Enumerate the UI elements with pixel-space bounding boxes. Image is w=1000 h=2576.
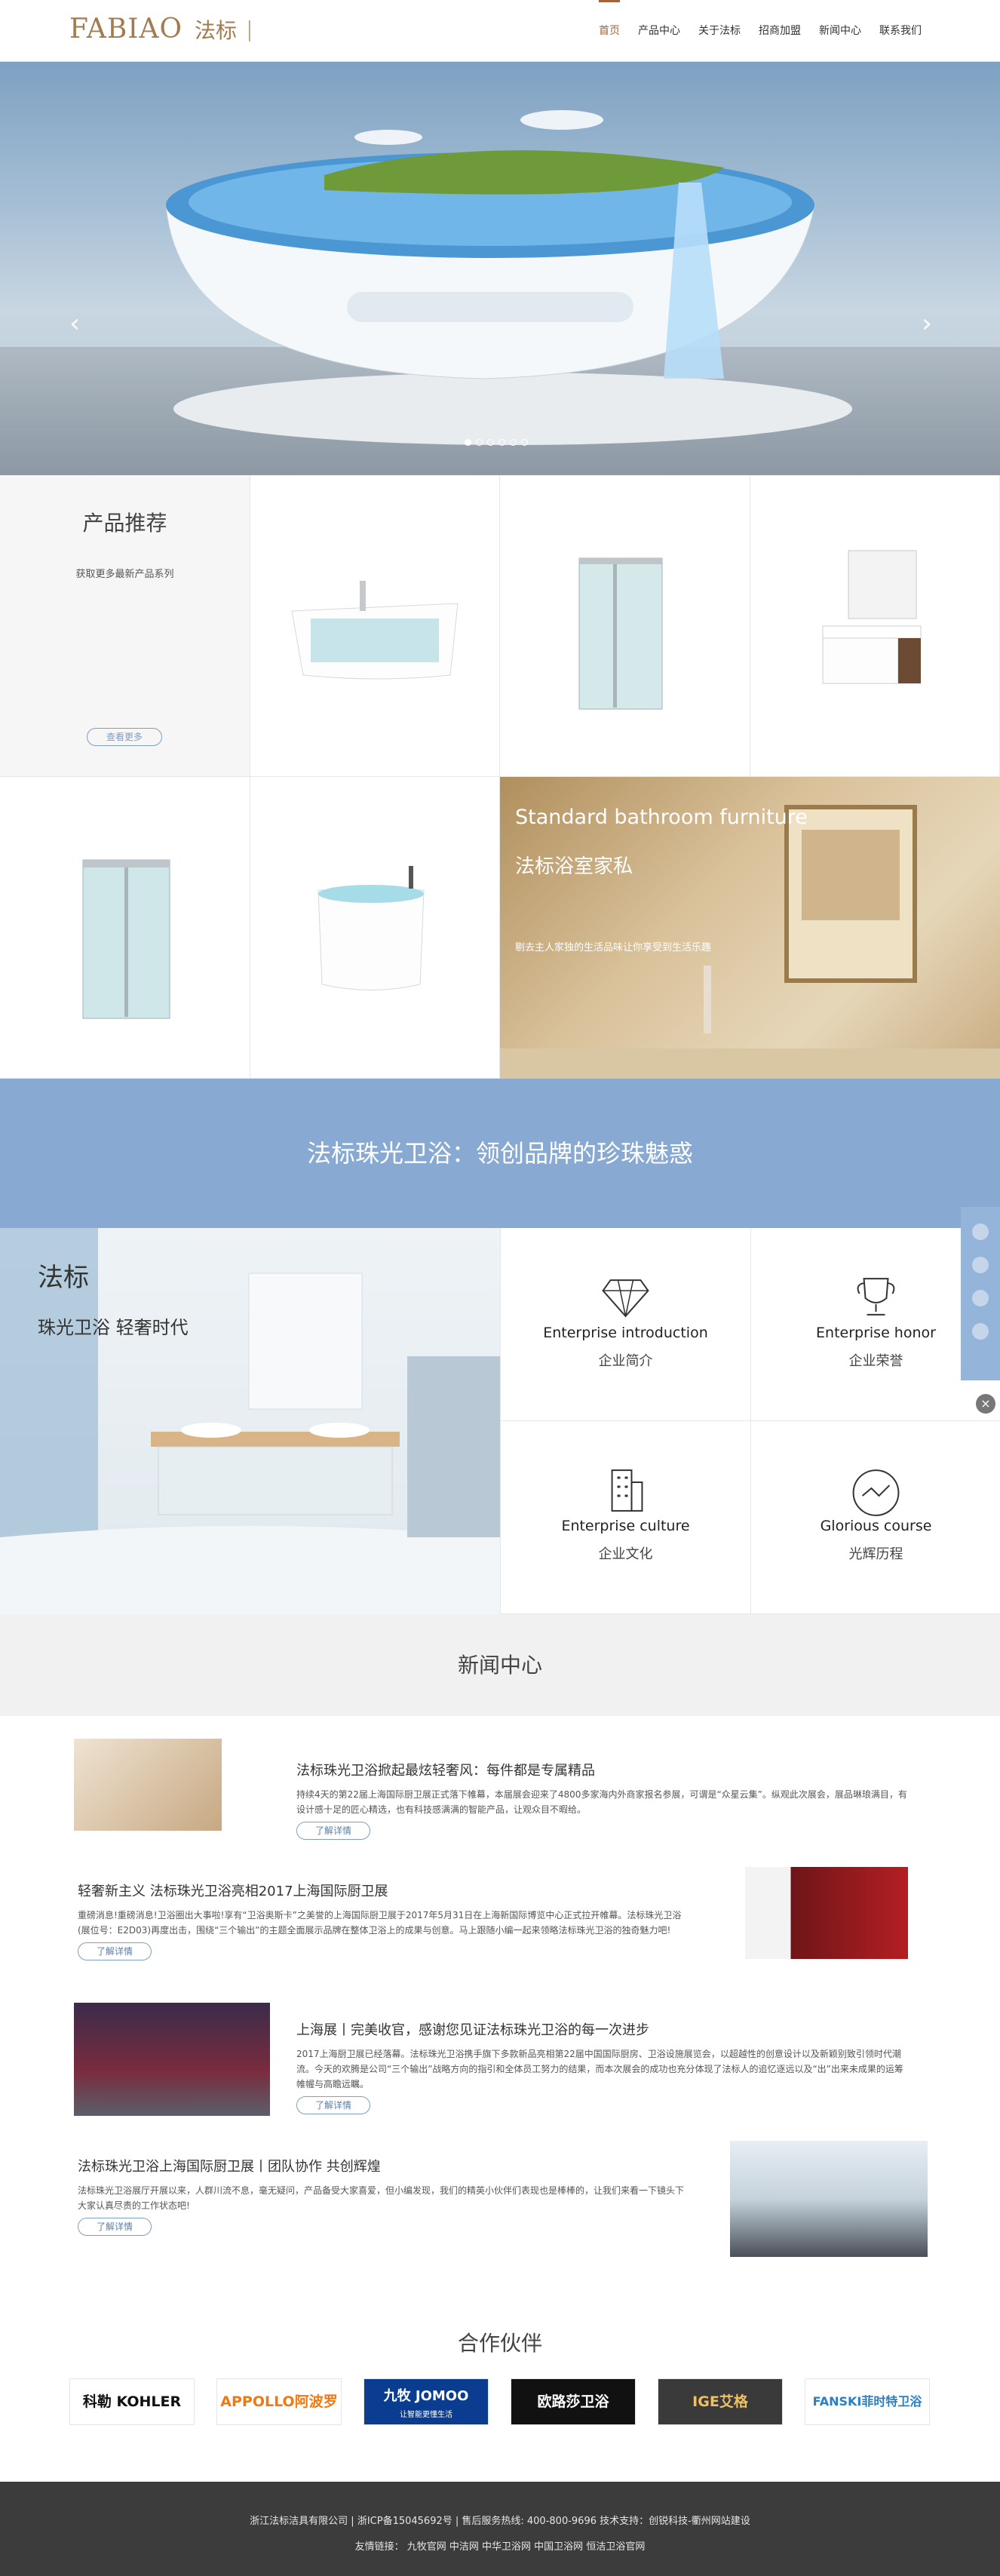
news-thumbnail[interactable] [74, 1739, 222, 1831]
jomoo-logo-slogan: 让智能更懂生活 [400, 2411, 452, 2419]
news-item-title[interactable]: 法标珠光卫浴上海国际厨卫展丨团队协作 共创辉煌 [78, 2156, 689, 2175]
news-thumbnail[interactable] [745, 1867, 908, 1959]
carousel-dot[interactable] [487, 439, 494, 446]
banner-title-en: Standard bathroom furniture [515, 806, 808, 829]
carousel-dot[interactable] [521, 439, 528, 446]
nav-products[interactable]: 产品中心 [629, 0, 689, 62]
news-title: 新闻中心 [0, 1614, 1000, 1716]
shower-room-image [578, 557, 663, 710]
news-item-desc: 2017上海厨卫展已经落幕。法标珠光卫浴携手旗下多款新品亮相第22届中国国际厨房… [296, 2049, 903, 2089]
banner-title-cn: 法标浴室家私 [515, 855, 633, 878]
glorious-course-card[interactable]: Glorious course 光辉历程 [750, 1421, 1000, 1614]
product-card[interactable] [250, 777, 500, 1079]
carousel-dot[interactable] [476, 439, 483, 446]
news-more-button[interactable]: 了解详情 [296, 1822, 370, 1840]
about-image: 法标 珠光卫浴 轻奢时代 [0, 1228, 500, 1614]
news-item-desc: 法标珠光卫浴展厅开展以来，人群川流不息，毫无疑问，产品备受大家喜爱，但小编发现，… [78, 2185, 685, 2211]
banner-desc: 剔去主人家独的生活品味让你享受到生活乐趣 [515, 942, 712, 953]
card-title-cn: 企业文化 [598, 1546, 653, 1562]
section-subtitle: 获取更多最新产品系列 [75, 569, 174, 580]
news-item-title[interactable]: 法标珠光卫浴掀起最炫轻奢风：每件都是专属精品 [296, 1760, 907, 1779]
phone-icon[interactable] [972, 1257, 989, 1273]
product-card[interactable] [750, 475, 1000, 777]
card-title-en: Enterprise culture [561, 1518, 690, 1534]
wechat-icon[interactable] [972, 1290, 989, 1306]
carousel-dot[interactable] [465, 439, 471, 446]
card-title-cn: 企业简介 [598, 1353, 653, 1369]
close-icon[interactable]: × [976, 1394, 995, 1414]
logo[interactable]: FABIAO 法标 | [69, 14, 253, 45]
diamond-icon [602, 1279, 649, 1318]
site-header: FABIAO 法标 | 首页 产品中心 关于法标 招商加盟 新闻中心 联系我们 [0, 0, 1000, 62]
building-icon [611, 1469, 643, 1512]
product-card[interactable] [0, 777, 250, 1079]
card-title-en: Glorious course [820, 1518, 932, 1534]
hero-carousel: ‹ › [0, 62, 1000, 475]
main-nav: 首页 产品中心 关于法标 招商加盟 新闻中心 联系我们 [590, 0, 931, 62]
footer-info: 浙江法标洁具有限公司 | 浙ICP备15045692号 | 售后服务热线: 40… [250, 2516, 750, 2527]
product-intro: 产品推荐 获取更多最新产品系列 查看更多 [0, 475, 250, 777]
nav-home[interactable]: 首页 [590, 0, 629, 62]
news-more-button[interactable]: 了解详情 [296, 2096, 370, 2114]
ige-logo[interactable]: IGE艾格 [658, 2378, 783, 2425]
section-title: 产品推荐 [82, 511, 167, 536]
logo-en: FABIAO [69, 14, 183, 45]
partners-title: 合作伙伴 [457, 2331, 542, 2356]
fanski-logo[interactable]: FANSKI菲时特卫浴 [805, 2378, 930, 2425]
site-footer: 浙江法标洁具有限公司 | 浙ICP备15045692号 | 售后服务热线: 40… [0, 2482, 1000, 2576]
service-icon[interactable] [972, 1224, 989, 1240]
news-item-desc: 重磅消息!重磅消息!卫浴圈出大事啦!享有“卫浴奥斯卡”之美誉的上海国际厨卫展于2… [78, 1910, 682, 1936]
jomoo-logo-name: 九牧 JOMOO [383, 2388, 469, 2404]
news-more-button[interactable]: 了解详情 [78, 1942, 152, 1960]
card-title-en: Enterprise introduction [543, 1325, 708, 1341]
bathtub-image [317, 866, 425, 990]
product-grid: 产品推荐 获取更多最新产品系列 查看更多 Standard bathroom f… [0, 475, 1000, 1079]
news-item[interactable]: 上海展丨完美收官，感谢您见证法标珠光卫浴的每一次进步 2017上海厨卫展已经落幕… [74, 2003, 926, 2131]
about-section: 法标 珠光卫浴 轻奢时代 Enterprise introduction 企业简… [0, 1228, 1000, 1614]
news-more-button[interactable]: 了解详情 [78, 2218, 152, 2236]
enterprise-intro-card[interactable]: Enterprise introduction 企业简介 [500, 1228, 750, 1421]
carousel-prev-button[interactable]: ‹ [62, 311, 87, 336]
product-card[interactable] [250, 475, 500, 777]
enterprise-culture-card[interactable]: Enterprise culture 企业文化 [500, 1421, 750, 1614]
oulusha-logo[interactable]: 欧路莎卫浴 [511, 2378, 636, 2425]
about-title: 法标 [38, 1263, 89, 1293]
shower-room-image [82, 859, 170, 1019]
friend-links[interactable]: 友情链接： 九牧官网 中洁网 中华卫浴网 中国卫浴网 恒洁卫浴官网 [0, 2538, 1000, 2553]
bathroom-furniture-banner[interactable]: Standard bathroom furniture 法标浴室家私 剔去主人家… [500, 777, 1000, 1079]
brand-slogan: 法标珠光卫浴：领创品牌的珍珠魅惑 [0, 1079, 1000, 1228]
news-item-title[interactable]: 上海展丨完美收官，感谢您见证法标珠光卫浴的每一次进步 [296, 2019, 907, 2039]
carousel-next-button[interactable]: › [914, 311, 940, 336]
hero-bathtub-image [165, 150, 852, 445]
nav-about[interactable]: 关于法标 [689, 0, 750, 62]
news-item[interactable]: 轻奢新主义 法标珠光卫浴亮相2017上海国际厨卫展 重磅消息!重磅消息!卫浴圈出… [74, 1867, 926, 1995]
news-item-desc: 持续4天的第22届上海国际厨卫展正式落下帷幕，本届展会迎来了4800多家海内外商… [296, 1789, 907, 1815]
carousel-dot[interactable] [510, 439, 517, 446]
partner-logos: 科勒 KOHLER APPOLLO阿波罗 九牧 JOMOO 让智能更懂生活 欧路… [69, 2378, 931, 2427]
kohler-logo[interactable]: 科勒 KOHLER [69, 2378, 195, 2425]
bathtub-image [291, 581, 459, 680]
cabinet-image [822, 550, 922, 684]
product-card[interactable] [500, 475, 750, 777]
carousel-dot[interactable] [498, 439, 505, 446]
news-item[interactable]: 法标珠光卫浴掀起最炫轻奢风：每件都是专属精品 持续4天的第22届上海国际厨卫展正… [74, 1739, 926, 1867]
logo-divider: | [246, 17, 253, 41]
news-item[interactable]: 法标珠光卫浴上海国际厨卫展丨团队协作 共创辉煌 法标珠光卫浴展厅开展以来，人群川… [74, 2141, 928, 2269]
logo-cn: 法标 [195, 17, 238, 43]
about-subtitle: 珠光卫浴 轻奢时代 [38, 1317, 189, 1338]
appollo-logo[interactable]: APPOLLO阿波罗 [216, 2378, 342, 2425]
news-item-title[interactable]: 轻奢新主义 法标珠光卫浴亮相2017上海国际厨卫展 [78, 1881, 689, 1900]
view-more-button[interactable]: 查看更多 [87, 728, 162, 746]
card-title-cn: 光辉历程 [848, 1546, 903, 1562]
chart-circle-icon [852, 1469, 900, 1516]
news-thumbnail[interactable] [74, 2003, 270, 2116]
news-thumbnail[interactable] [730, 2141, 928, 2257]
nav-contact[interactable]: 联系我们 [870, 0, 931, 62]
nav-news[interactable]: 新闻中心 [810, 0, 870, 62]
carousel-dots [465, 439, 528, 446]
back-to-top-icon[interactable] [972, 1323, 989, 1340]
nav-franchise[interactable]: 招商加盟 [750, 0, 810, 62]
floating-sidebar [961, 1207, 1000, 1380]
jomoo-logo[interactable]: 九牧 JOMOO 让智能更懂生活 [363, 2378, 489, 2425]
